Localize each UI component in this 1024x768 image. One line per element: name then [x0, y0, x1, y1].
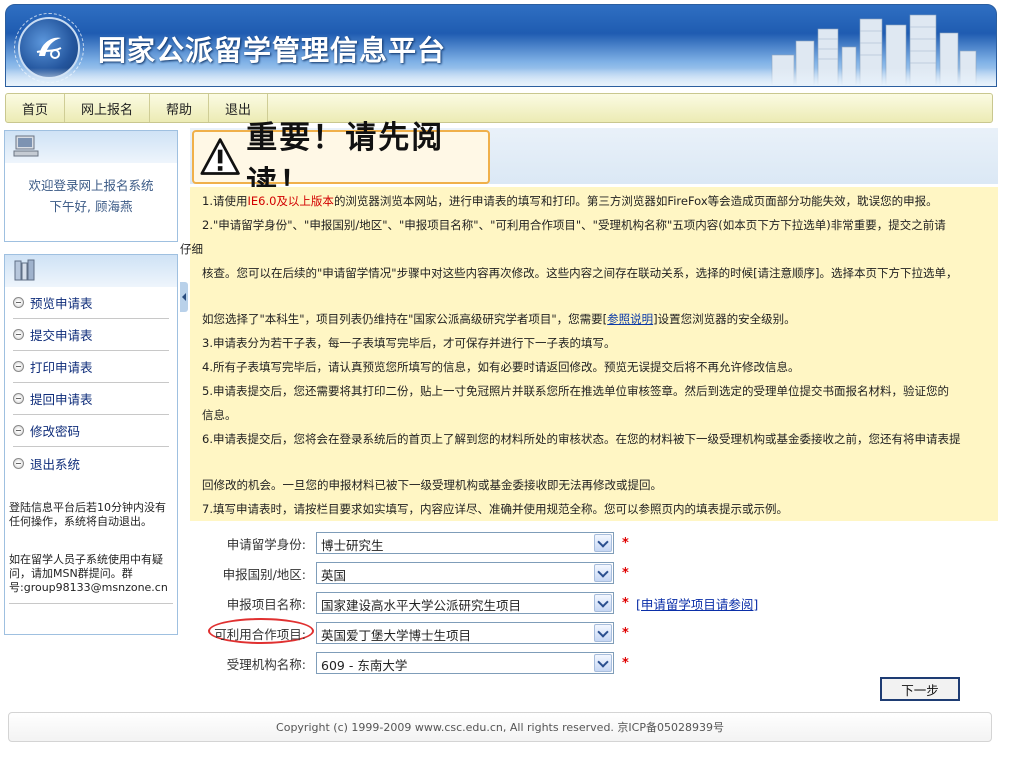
bullet-icon: [13, 393, 24, 404]
notice-highlight: IE6.0及以上版本: [247, 194, 334, 208]
required-mark: *: [622, 596, 629, 611]
menu-item-label: 预览申请表: [30, 296, 93, 311]
welcome-panel-header: [5, 131, 177, 163]
chevron-down-icon[interactable]: [594, 654, 612, 672]
project-label: 申报项目名称:: [226, 597, 306, 612]
agency-select[interactable]: 609 - 东南大学: [316, 652, 614, 674]
help-note: 如在留学人员子系统使用中有疑问，请加MSN群提问。群号:group98133@m…: [9, 553, 168, 594]
notice-text: 的浏览器浏览本网站，进行申请表的填写和打印。第三方浏览器如FireFox等会造成…: [333, 194, 938, 208]
form-row-agency: 受理机构名称: 609 - 东南大学 *: [190, 650, 998, 674]
chevron-down-icon[interactable]: [594, 564, 612, 582]
welcome-line: 欢迎登录网上报名系统: [28, 178, 154, 193]
top-navbar: 首页 网上报名 帮助 退出: [5, 93, 993, 123]
menu-item-preview[interactable]: 预览申请表: [13, 287, 169, 319]
chevron-down-icon[interactable]: [594, 594, 612, 612]
select-value: 609 - 东南大学: [321, 658, 408, 673]
menu-item-change-password[interactable]: 修改密码: [13, 415, 169, 447]
menu-panel: 预览申请表 提交申请表 打印申请表 提回申请表 修改密码 退出系统 登陆信息平台…: [4, 254, 178, 635]
timeout-note: 登陆信息平台后若10分钟内没有任何操作，系统将自动退出。: [9, 501, 166, 528]
next-step-button[interactable]: 下一步: [880, 677, 960, 701]
menu-item-withdraw[interactable]: 提回申请表: [13, 383, 169, 415]
menu-panel-header: [5, 255, 177, 287]
form-row-country: 申报国别/地区: 英国 *: [190, 560, 998, 584]
bullet-icon: [13, 329, 24, 340]
partner-project-select[interactable]: 英国爱丁堡大学博士生项目: [316, 622, 614, 644]
select-value: 博士研究生: [321, 538, 384, 553]
form-row-study-status: 申请留学身份: 博士研究生 *: [190, 530, 998, 554]
menu-item-label: 提回申请表: [30, 392, 93, 407]
notice-line-5: 5.申请表提交后，您还需要将其打印二份，贴上一寸免冠照片并联系您所在推选单位审核…: [202, 384, 949, 398]
bullet-icon: [13, 457, 24, 469]
sidebar-collapse-handle[interactable]: [180, 282, 188, 312]
site-title: 国家公派留学管理信息平台: [98, 34, 447, 67]
nav-item-help[interactable]: 帮助: [150, 94, 210, 122]
menu-item-print[interactable]: 打印申请表: [13, 351, 169, 383]
country-select[interactable]: 英国: [316, 562, 614, 584]
notice-text: 如您选择了"本科生"，项目列表仍维持在"国家公派高级研究学者项目"，您需要[: [202, 312, 608, 326]
required-mark: *: [622, 656, 629, 671]
divider: [9, 603, 173, 604]
important-notice-header: 重要！请先阅读！: [192, 120, 490, 201]
agency-label: 受理机构名称:: [226, 657, 306, 672]
notice-text: ]设置您浏览器的安全级别。: [653, 312, 796, 326]
notice-line-2-wrap: 仔细: [180, 242, 203, 256]
notice-line-7: 7.填写申请表时，请按栏目要求如实填写，内容应详尽、准确并使用规范全称。您可以参…: [202, 502, 788, 516]
city-skyline-image: [771, 14, 977, 85]
notice-line-5-b: 信息。: [202, 408, 237, 422]
main-content: 重要！请先阅读！ 1.请使用IE6.0及以上版本的浏览器浏览本网站，进行申请表的…: [180, 120, 998, 701]
bullet-icon: [13, 297, 24, 308]
reference-link[interactable]: 参照说明: [607, 312, 653, 326]
notice-line-2-d: 如您选择了"本科生"，项目列表仍维持在"国家公派高级研究学者项目"，您需要[参照…: [202, 311, 796, 327]
footer: Copyright (c) 1999-2009 www.csc.edu.cn, …: [8, 712, 992, 742]
notice-line-3: 3.申请表分为若干子表，每一子表填写完毕后，才可保存并进行下一子表的填写。: [202, 336, 616, 350]
notice-line-1: 1.请使用IE6.0及以上版本的浏览器浏览本网站，进行申请表的填写和打印。第三方…: [202, 193, 938, 209]
welcome-text: 欢迎登录网上报名系统 下午好, 顾海燕: [5, 163, 177, 217]
menu-item-exit[interactable]: 退出系统: [13, 447, 169, 479]
site-banner: 国家公派留学管理信息平台: [5, 4, 997, 87]
nav-item-home[interactable]: 首页: [6, 94, 66, 122]
notice-panel: 1.请使用IE6.0及以上版本的浏览器浏览本网站，进行申请表的填写和打印。第三方…: [180, 187, 998, 521]
warning-icon: [200, 138, 240, 175]
nav-item-online-apply[interactable]: 网上报名: [65, 94, 151, 122]
bullet-icon: [13, 425, 24, 436]
books-icon: [14, 259, 35, 281]
select-value: 英国: [321, 568, 347, 583]
study-status-select[interactable]: 博士研究生: [316, 532, 614, 554]
bullet-icon: [13, 361, 24, 372]
sidebar: 欢迎登录网上报名系统 下午好, 顾海燕 预览申请表 提交申请表 打印申请表 提回…: [4, 130, 178, 655]
form-row-project: 申报项目名称: 国家建设高水平大学公派研究生项目 * [申请留学项目请参阅]: [190, 590, 998, 614]
notice-line-6: 6.申请表提交后，您将会在登录系统后的首页上了解到您的材料所处的审核状态。在您的…: [202, 432, 961, 446]
copyright-text: Copyright (c) 1999-2009 www.csc.edu.cn, …: [276, 721, 724, 734]
notice-line-4: 4.所有子表填写完毕后，请认真预览您所填写的信息，如有必要时请返回修改。预览无误…: [202, 360, 800, 374]
notice-line-2-cont: 核查。您可以在后续的"申请留学情况"步骤中对这些内容再次修改。这些内容之间存在联…: [202, 266, 958, 280]
chevron-down-icon[interactable]: [594, 534, 612, 552]
menu-item-label: 打印申请表: [30, 360, 93, 375]
notice-text: 1.请使用: [202, 194, 248, 208]
study-status-label: 申请留学身份:: [226, 537, 306, 552]
menu-item-label: 退出系统: [30, 456, 81, 472]
menu-item-label: 提交申请表: [30, 328, 93, 343]
menu-item-label: 修改密码: [30, 424, 81, 439]
project-reference-link[interactable]: [申请留学项目请参阅]: [636, 594, 758, 613]
partner-project-label: 可利用合作项目:: [214, 627, 306, 642]
country-label: 申报国别/地区:: [222, 567, 306, 582]
select-value: 国家建设高水平大学公派研究生项目: [321, 598, 522, 613]
notice-line-6-b: 回修改的机会。一旦您的申报材料已被下一级受理机构或基金委接收即无法再修改或提回。: [202, 478, 662, 492]
greeting-line: 下午好, 顾海燕: [49, 199, 133, 214]
required-mark: *: [622, 536, 629, 551]
chevron-down-icon[interactable]: [594, 624, 612, 642]
form-row-partner-project: 可利用合作项目: 英国爱丁堡大学博士生项目 *: [190, 618, 998, 644]
select-value: 英国爱丁堡大学博士生项目: [321, 628, 472, 643]
notice-line-2: 2."申请留学身份"、"申报国别/地区"、"申报项目名称"、"可利用合作项目"、…: [202, 218, 946, 232]
sidebar-menu: 预览申请表 提交申请表 打印申请表 提回申请表 修改密码 退出系统: [5, 287, 177, 479]
project-select[interactable]: 国家建设高水平大学公派研究生项目: [316, 592, 614, 614]
menu-item-submit[interactable]: 提交申请表: [13, 319, 169, 351]
required-mark: *: [622, 626, 629, 641]
csc-logo-icon: [18, 17, 80, 79]
computer-icon: [13, 135, 39, 157]
welcome-panel: 欢迎登录网上报名系统 下午好, 顾海燕: [4, 130, 178, 242]
required-mark: *: [622, 566, 629, 581]
